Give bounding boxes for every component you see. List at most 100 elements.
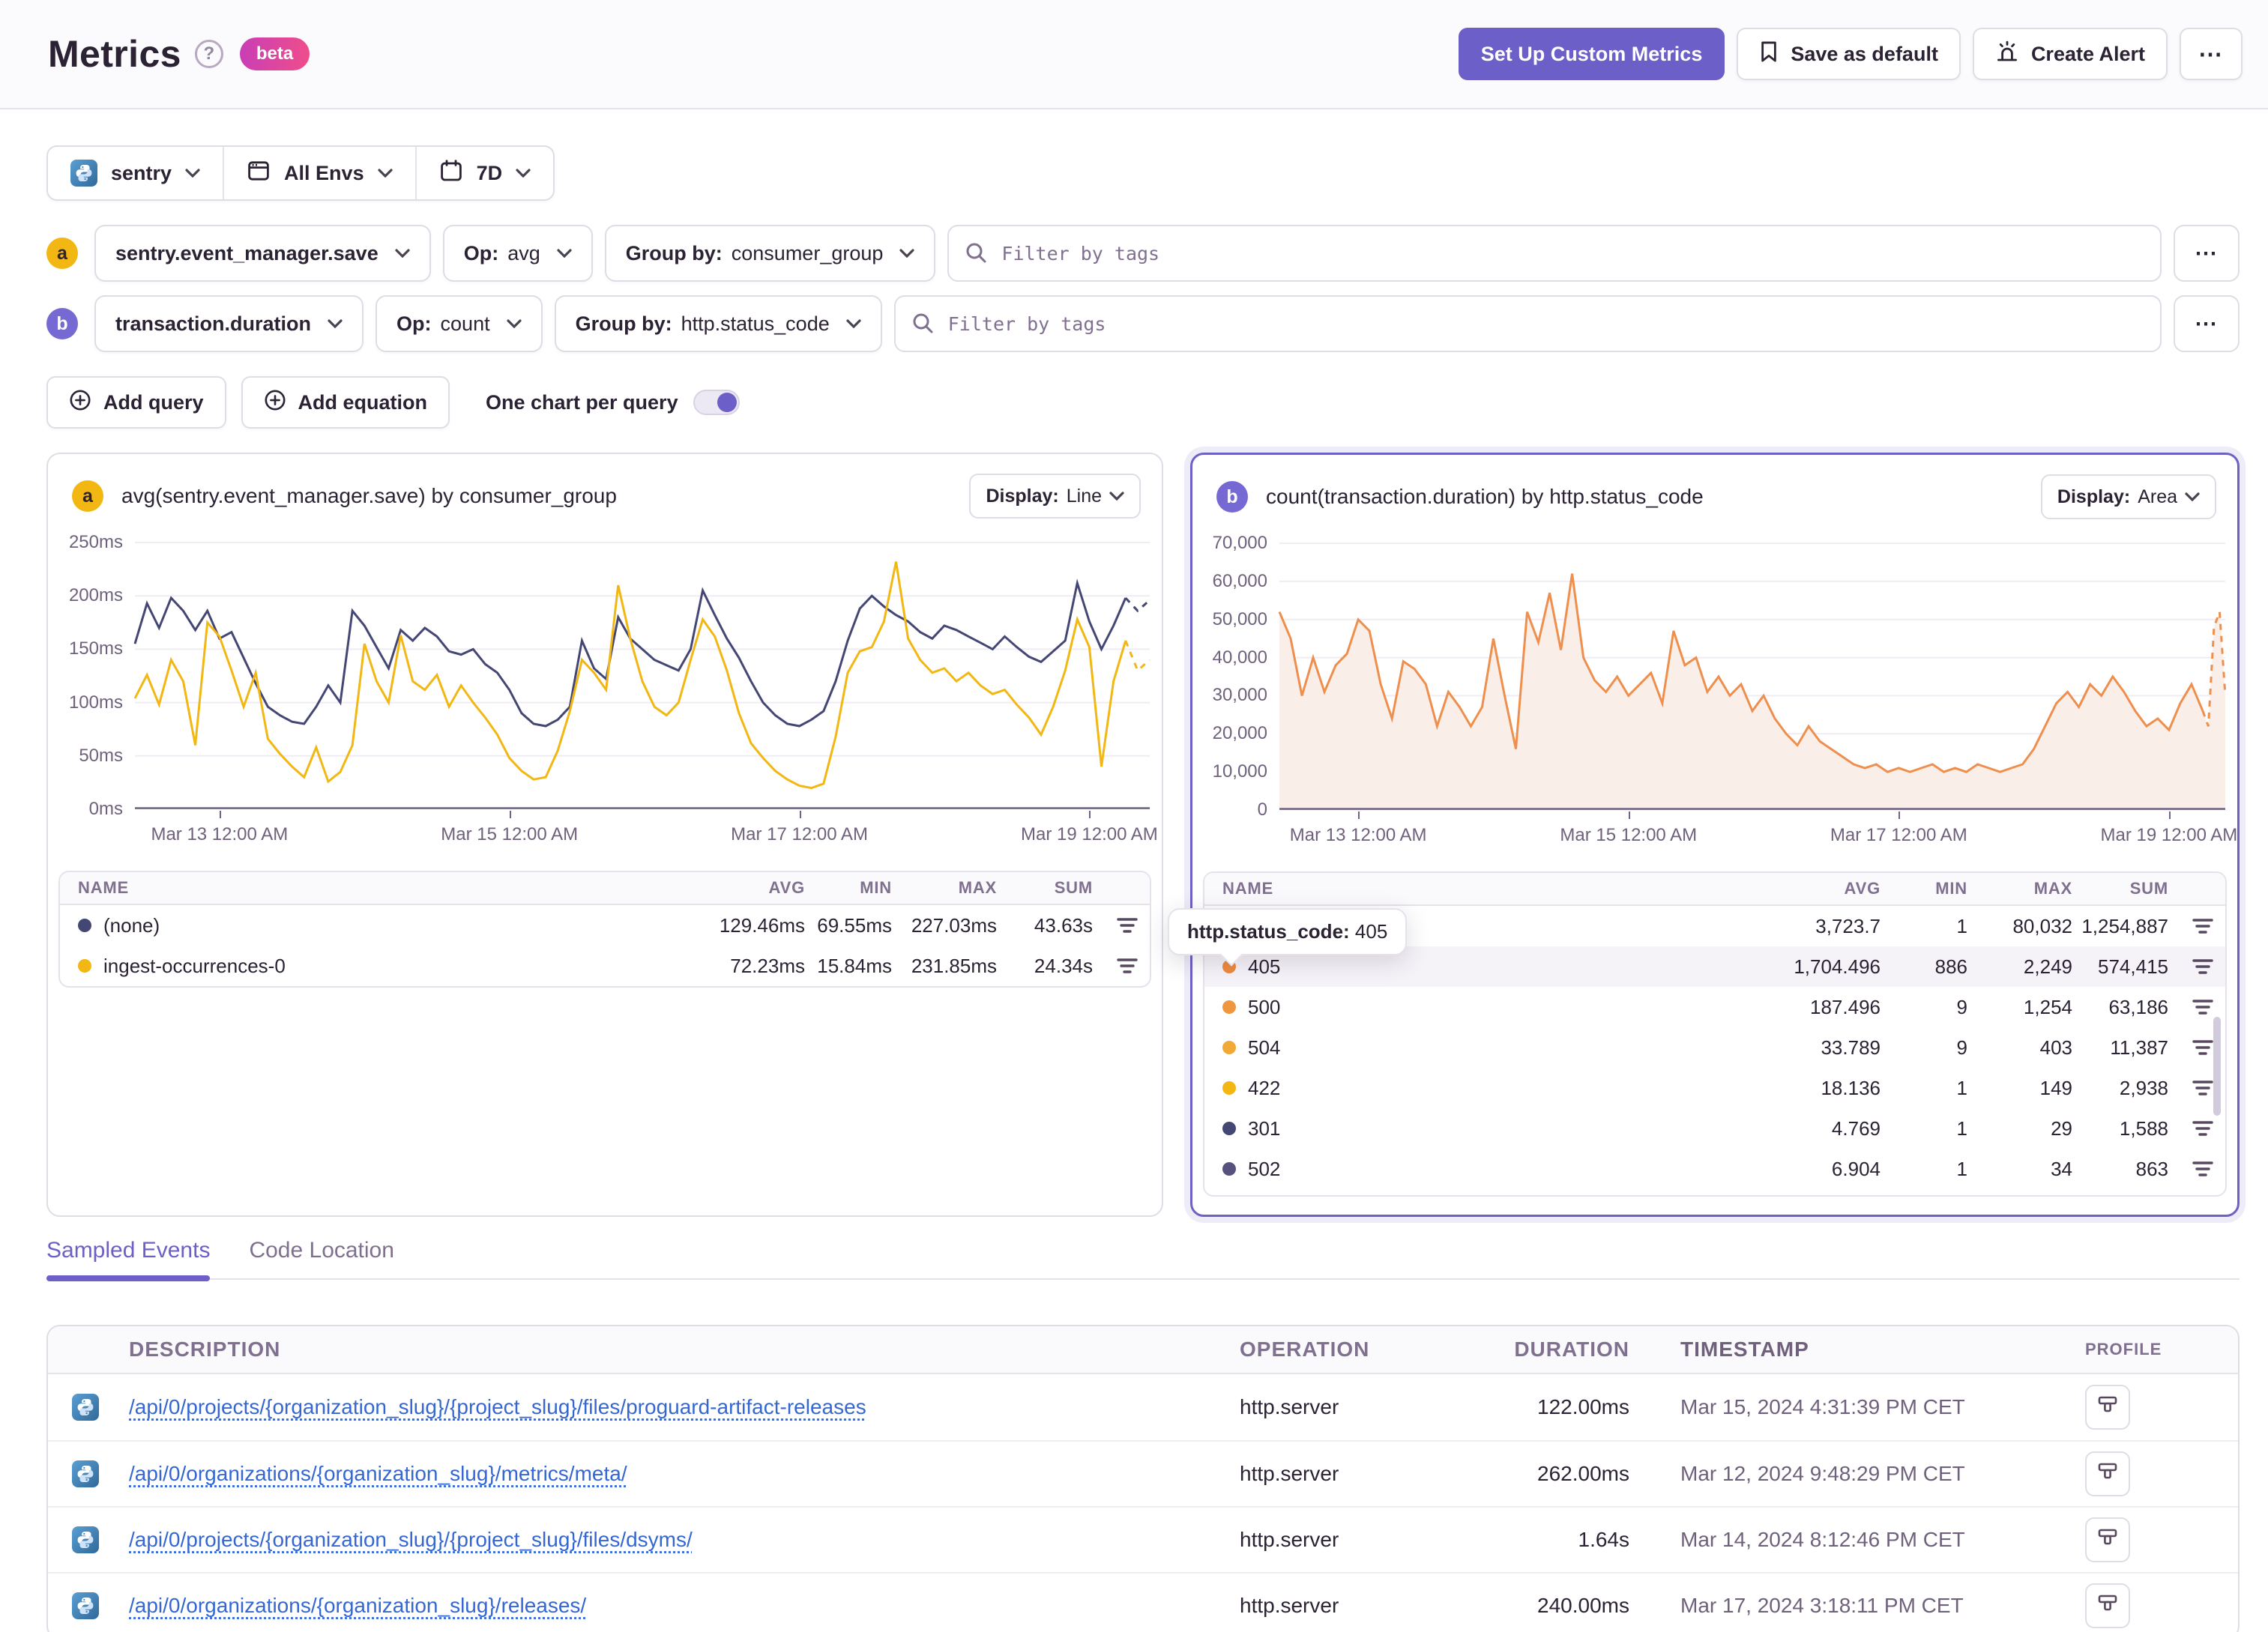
add-query-button[interactable]: Add query bbox=[46, 376, 226, 429]
row-filter-button[interactable] bbox=[2168, 998, 2213, 1016]
summary-row[interactable]: (none) 129.46ms 69.55ms 227.03ms 43.63s bbox=[60, 905, 1150, 946]
setup-custom-metrics-button[interactable]: Set Up Custom Metrics bbox=[1458, 28, 1725, 80]
row-filter-button[interactable] bbox=[2168, 917, 2213, 935]
table-scrollbar[interactable] bbox=[2213, 1017, 2221, 1116]
y-axis-tick-label: 200ms bbox=[68, 585, 123, 606]
chevron-down-icon bbox=[185, 169, 200, 178]
series-max: 80,032 bbox=[2012, 914, 2072, 937]
series-max: 29 bbox=[2051, 1116, 2072, 1140]
event-description-link[interactable]: /api/0/projects/{organization_slug}/{pro… bbox=[129, 1395, 866, 1418]
series-sum: 24.34s bbox=[1034, 954, 1093, 977]
plus-circle-icon bbox=[69, 389, 91, 417]
y-axis-tick-label: 40,000 bbox=[1212, 647, 1267, 668]
profile-button[interactable] bbox=[2085, 1517, 2130, 1562]
chart-plot[interactable]: Mar 13 12:00 AM Mar 15 12:00 AM Mar 17 12:… bbox=[1279, 543, 2237, 852]
op-select[interactable]: Op: count bbox=[376, 295, 543, 352]
metric-select[interactable]: transaction.duration bbox=[94, 295, 364, 352]
environment-filter[interactable]: All Envs bbox=[223, 147, 415, 199]
search-icon bbox=[965, 241, 986, 269]
op-select[interactable]: Op: avg bbox=[442, 225, 593, 282]
summary-row[interactable]: 301 4.769 1 29 1,588 bbox=[1204, 1108, 2225, 1149]
x-axis-tick-label: Mar 19 12:00 AM bbox=[1021, 824, 1158, 844]
series-name[interactable]: 504 bbox=[1222, 1036, 1752, 1060]
series-max: 149 bbox=[2039, 1076, 2072, 1099]
y-axis-tick-label: 50ms bbox=[79, 745, 123, 766]
series-sum: 11,387 bbox=[2110, 1036, 2168, 1059]
x-axis-labels: Mar 13 12:00 AM Mar 15 12:00 AM Mar 17 12:… bbox=[1279, 810, 2237, 852]
chevron-down-icon bbox=[846, 319, 861, 328]
group-by-select[interactable]: Group by: http.status_code bbox=[554, 295, 882, 352]
series-sum: 1,588 bbox=[2119, 1116, 2168, 1140]
summary-row[interactable]: 504 33.789 9 403 11,387 bbox=[1204, 1027, 2225, 1068]
chart-plot[interactable]: Mar 13 12:00 AM Mar 15 12:00 AM Mar 17 12:… bbox=[135, 543, 1158, 851]
date-range-filter[interactable]: 7D bbox=[414, 147, 554, 199]
one-chart-per-query-toggle[interactable] bbox=[693, 390, 740, 415]
row-filter-button[interactable] bbox=[2168, 1160, 2213, 1178]
summary-row[interactable]: 422 18.136 1 149 2,938 bbox=[1204, 1068, 2225, 1108]
event-description-link[interactable]: /api/0/projects/{organization_slug}/{pro… bbox=[129, 1528, 693, 1551]
python-icon bbox=[72, 1592, 99, 1619]
tag-filter-input[interactable] bbox=[947, 225, 2162, 282]
y-axis-tick-label: 10,000 bbox=[1212, 761, 1267, 782]
event-description-link[interactable]: /api/0/organizations/{organization_slug}… bbox=[129, 1594, 586, 1617]
x-axis-tick bbox=[799, 811, 801, 818]
chevron-down-icon bbox=[395, 249, 410, 258]
series-name[interactable]: 405 bbox=[1222, 955, 1752, 979]
series-name[interactable]: 502 bbox=[1222, 1158, 1752, 1181]
tab-sampled-events[interactable]: Sampled Events bbox=[46, 1238, 211, 1281]
series-name[interactable]: 500 bbox=[1222, 996, 1752, 1019]
display-type-select[interactable]: Display: Area bbox=[2040, 474, 2216, 519]
events-header-row: DESCRIPTION OPERATION DURATION TIMESTAMP… bbox=[48, 1326, 2238, 1374]
group-by-select[interactable]: Group by: consumer_group bbox=[604, 225, 936, 282]
series-max: 227.03ms bbox=[911, 913, 997, 937]
query-actions-row: Add query Add equation One chart per que… bbox=[46, 376, 2240, 429]
y-axis-labels: 0ms 50ms 100ms 150ms 200ms 250ms bbox=[48, 532, 135, 819]
main-content: sentry All Envs 7D a sentry.event_manage… bbox=[0, 109, 2268, 1632]
row-filter-button[interactable] bbox=[2168, 1039, 2213, 1057]
y-axis-tick-label: 50,000 bbox=[1212, 608, 1267, 629]
summary-row[interactable]: ingest-occurrences-0 72.23ms 15.84ms 231.85… bbox=[60, 946, 1150, 986]
tag-filter-input-wrap bbox=[947, 225, 2162, 282]
profile-button[interactable] bbox=[2085, 1583, 2130, 1628]
profiling-icon bbox=[2096, 1393, 2120, 1422]
summary-row[interactable]: 502 6.904 1 34 863 bbox=[1204, 1149, 2225, 1189]
display-type-select[interactable]: Display: Line bbox=[969, 474, 1141, 519]
series-name[interactable]: ingest-occurrences-0 bbox=[78, 955, 676, 978]
page-filter-bar: sentry All Envs 7D bbox=[46, 145, 555, 201]
tag-filter-input[interactable] bbox=[893, 295, 2162, 352]
row-filter-button[interactable] bbox=[1093, 957, 1138, 975]
save-as-default-button[interactable]: Save as default bbox=[1737, 28, 1961, 80]
series-name[interactable]: (none) bbox=[78, 914, 676, 937]
series-name[interactable]: 422 bbox=[1222, 1077, 1752, 1100]
row-filter-button[interactable] bbox=[2168, 1119, 2213, 1137]
query-badge-a: a bbox=[46, 238, 78, 269]
profile-button[interactable] bbox=[2085, 1451, 2130, 1496]
sampled-event-row: /api/0/projects/{organization_slug}/{pro… bbox=[48, 1506, 2238, 1572]
event-duration: 1.64s bbox=[1578, 1528, 1630, 1551]
series-name[interactable]: 301 bbox=[1222, 1117, 1752, 1140]
series-avg: 18.136 bbox=[1821, 1076, 1881, 1099]
x-axis-tick-label: Mar 17 12:00 AM bbox=[731, 824, 868, 844]
x-axis-tick bbox=[219, 811, 221, 818]
row-filter-button[interactable] bbox=[2168, 1079, 2213, 1097]
tab-code-location[interactable]: Code Location bbox=[249, 1238, 393, 1263]
summary-row[interactable]: 500 187.496 9 1,254 63,186 bbox=[1204, 987, 2225, 1027]
summary-header-row: NAME AVG MIN MAX SUM bbox=[1204, 873, 2225, 906]
help-icon[interactable]: ? bbox=[194, 40, 223, 68]
python-icon bbox=[72, 1526, 99, 1553]
x-axis-tick-label: Mar 13 12:00 AM bbox=[151, 824, 289, 844]
metric-select[interactable]: sentry.event_manager.save bbox=[94, 225, 431, 282]
series-sum: 63,186 bbox=[2108, 995, 2168, 1018]
row-filter-button[interactable] bbox=[2168, 958, 2213, 976]
query-more-button[interactable]: ⋯ bbox=[2174, 295, 2240, 352]
y-axis-tick-label: 250ms bbox=[68, 532, 123, 552]
project-filter[interactable]: sentry bbox=[48, 147, 223, 199]
event-description-link[interactable]: /api/0/organizations/{organization_slug}… bbox=[129, 1462, 627, 1485]
create-alert-button[interactable]: Create Alert bbox=[1972, 28, 2168, 80]
python-icon bbox=[72, 1460, 99, 1487]
profile-button[interactable] bbox=[2085, 1385, 2130, 1430]
add-equation-button[interactable]: Add equation bbox=[241, 376, 450, 429]
row-filter-button[interactable] bbox=[1093, 916, 1138, 934]
more-options-button[interactable]: ⋯ bbox=[2180, 28, 2243, 80]
query-more-button[interactable]: ⋯ bbox=[2174, 225, 2240, 282]
